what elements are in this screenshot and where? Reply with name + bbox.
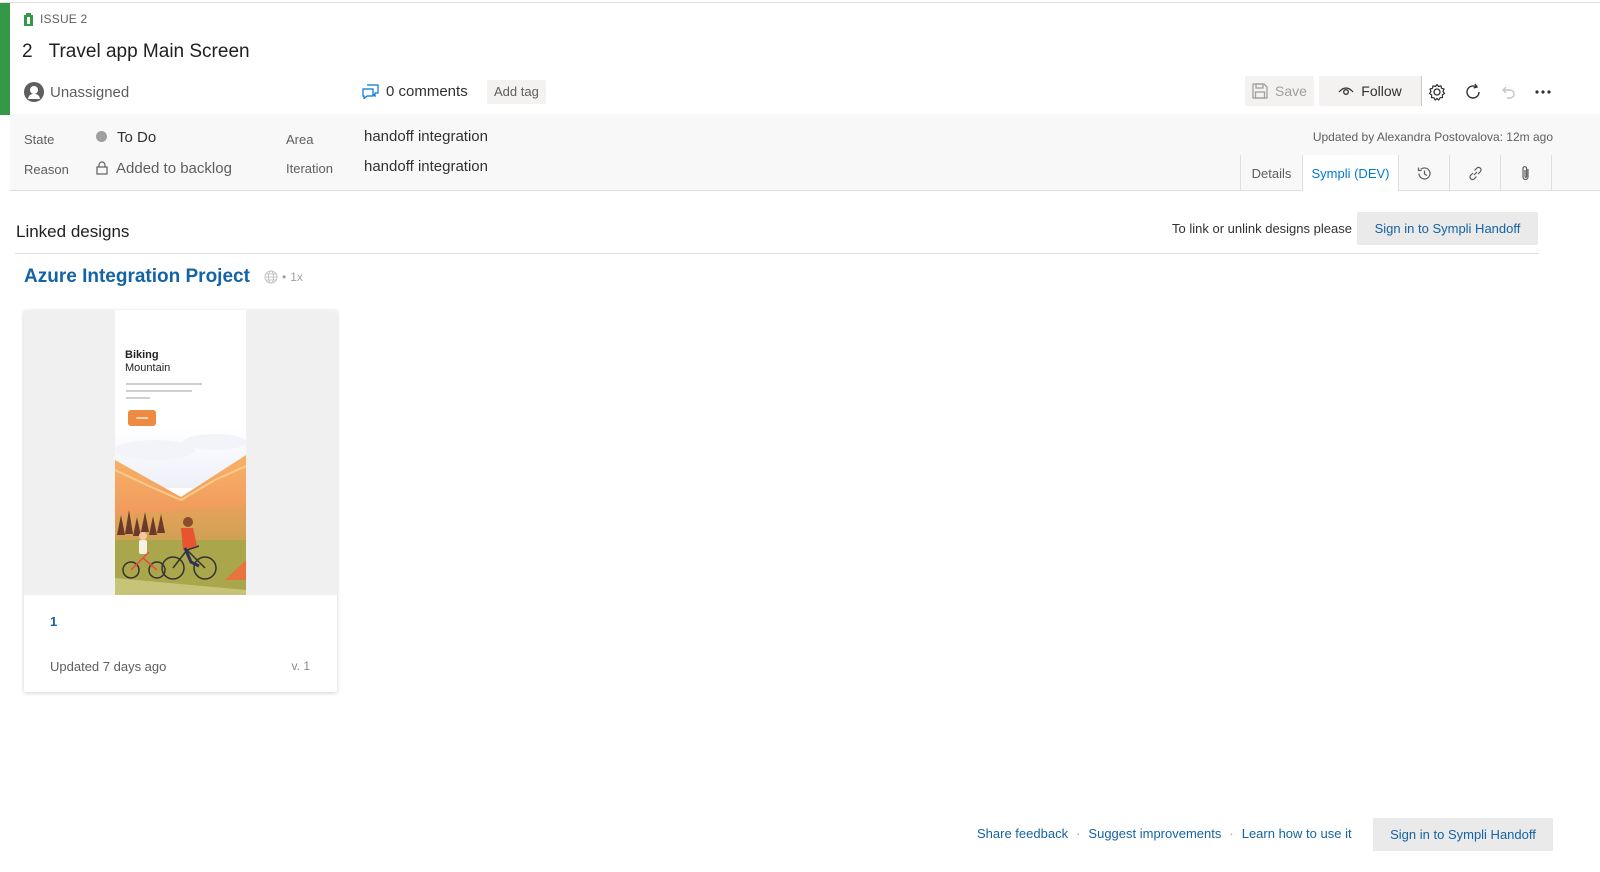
- comments-icon: [362, 84, 379, 99]
- project-meta: • 1x: [264, 270, 303, 284]
- assignee-picker[interactable]: Unassigned: [24, 82, 129, 102]
- issue-icon: [24, 12, 33, 26]
- state-field[interactable]: To Do: [96, 129, 156, 146]
- settings-button[interactable]: [1425, 80, 1449, 104]
- save-icon: [1252, 83, 1268, 99]
- undo-icon: [1502, 86, 1515, 99]
- work-item-title[interactable]: 2 Travel app Main Screen: [22, 41, 250, 63]
- work-item-tabs: Details Sympli (DEV): [1240, 155, 1552, 191]
- footer-sign-in-button[interactable]: Sign in to Sympli Handoff: [1373, 818, 1553, 851]
- footer-separator: ·: [1076, 826, 1081, 841]
- avatar-icon: [24, 82, 44, 102]
- settings-icon: [1428, 83, 1446, 101]
- work-item-type: ISSUE 2: [23, 12, 87, 26]
- tab-details[interactable]: Details: [1241, 155, 1303, 191]
- assignee-label: Unassigned: [50, 83, 130, 101]
- meta-separator: •: [282, 270, 287, 284]
- tab-attachments[interactable]: [1501, 155, 1552, 191]
- more-icon: [1535, 90, 1551, 94]
- follow-button[interactable]: Follow: [1319, 76, 1421, 106]
- iteration-field[interactable]: handoff integration: [364, 158, 488, 175]
- section-divider: [15, 253, 1539, 254]
- work-item-type-color-bar: [0, 3, 10, 115]
- design-thumbnail: Biking Mountain: [24, 310, 337, 595]
- work-item-fields: State To Do Reason Added to backlog Area…: [10, 114, 1600, 191]
- refresh-icon: [1466, 83, 1480, 99]
- state-value: To Do: [117, 129, 157, 146]
- footer-links: Share feedback · Suggest improvements · …: [977, 826, 1352, 841]
- tab-links[interactable]: [1450, 155, 1501, 191]
- sign-in-button[interactable]: Sign in to Sympli Handoff: [1357, 212, 1538, 245]
- tab-sympli-dev[interactable]: Sympli (DEV): [1303, 155, 1399, 191]
- toolbar-divider: [1421, 76, 1422, 106]
- eye-icon: [1338, 87, 1354, 95]
- preview-heading-1: Biking: [125, 349, 159, 361]
- project-scale: 1x: [290, 270, 303, 284]
- design-name[interactable]: 1: [50, 614, 57, 629]
- comments-count: 0 comments: [386, 83, 468, 100]
- project-title-link[interactable]: Azure Integration Project: [24, 266, 250, 288]
- linked-designs-title: Linked designs: [16, 222, 130, 241]
- learn-how-link[interactable]: Learn how to use it: [1242, 826, 1352, 841]
- refresh-button[interactable]: [1461, 80, 1485, 104]
- updated-by-text[interactable]: Updated by Alexandra Postovalova: 12m ag…: [1313, 130, 1553, 144]
- history-icon: [1417, 166, 1431, 180]
- state-dot-icon: [96, 131, 107, 142]
- follow-label: Follow: [1361, 83, 1402, 99]
- footer-separator: ·: [1229, 826, 1234, 841]
- comments-link[interactable]: 0 comments: [362, 83, 468, 100]
- biking-illustration: Biking Mountain: [115, 310, 246, 595]
- add-tag-button[interactable]: Add tag: [487, 80, 546, 104]
- reason-label: Reason: [24, 162, 69, 177]
- work-item-id: 2: [22, 41, 33, 62]
- share-feedback-link[interactable]: Share feedback: [977, 826, 1068, 841]
- link-icon: [1468, 166, 1482, 180]
- area-label: Area: [286, 132, 314, 147]
- work-item-title-text[interactable]: Travel app Main Screen: [49, 41, 250, 63]
- save-button[interactable]: Save: [1245, 76, 1314, 106]
- globe-icon: [264, 270, 278, 284]
- state-label: State: [24, 132, 55, 147]
- lock-icon: [96, 161, 108, 175]
- preview-heading-2: Mountain: [125, 362, 170, 374]
- screen-preview-image: Biking Mountain: [115, 310, 246, 595]
- reason-field: Added to backlog: [96, 160, 232, 177]
- iteration-label: Iteration: [286, 161, 333, 176]
- more-actions-button[interactable]: [1531, 80, 1555, 104]
- undo-button[interactable]: [1496, 80, 1520, 104]
- save-label: Save: [1275, 83, 1307, 99]
- suggest-improvements-link[interactable]: Suggest improvements: [1088, 826, 1221, 841]
- tab-history[interactable]: [1399, 155, 1450, 191]
- design-version: v. 1: [291, 659, 310, 673]
- design-updated: Updated 7 days ago: [50, 659, 167, 674]
- area-field[interactable]: handoff integration: [364, 128, 488, 145]
- work-item-type-label: ISSUE 2: [40, 12, 88, 26]
- attachment-icon: [1522, 165, 1529, 180]
- link-hint-text: To link or unlink designs please: [1172, 221, 1352, 236]
- design-card[interactable]: Biking Mountain 1 Updated 7 days ago v. …: [24, 310, 337, 692]
- reason-value: Added to backlog: [116, 160, 232, 177]
